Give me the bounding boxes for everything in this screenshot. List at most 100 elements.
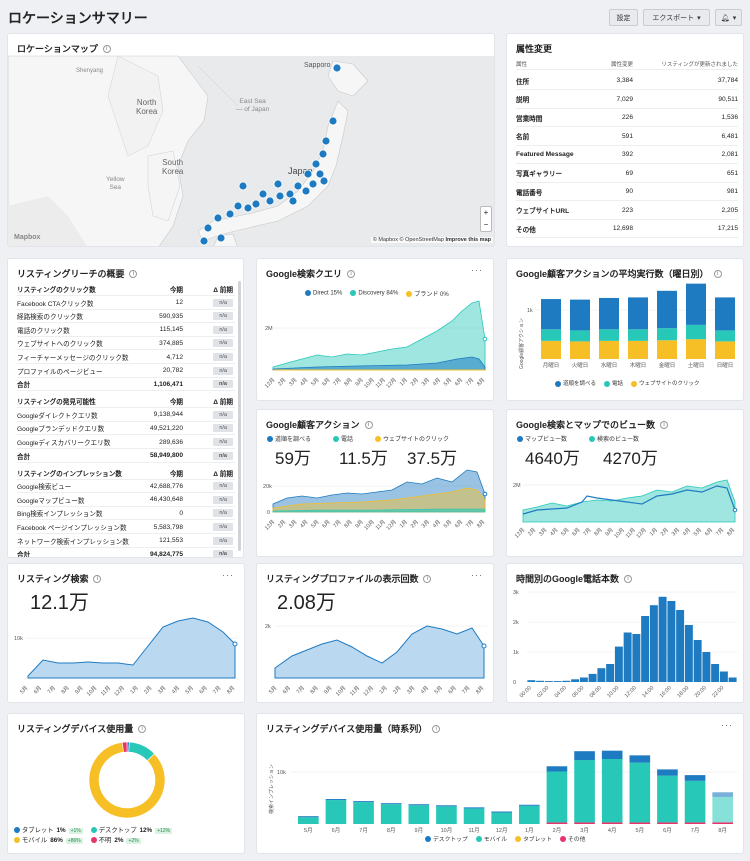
metric-name: Facebook ページインプレッション数 [17,525,127,532]
metric-name: ウェブサイトへのクリック数 [17,341,103,349]
map-marker [308,179,318,189]
bar-segment [353,801,374,803]
metric-name: Googleマップビュー数 [17,497,85,505]
metric-value: 12 [175,299,183,307]
x-tick: 6月 [571,526,582,537]
listing-reach-card: リスティングリーチの概要 i リスティングのクリック数 今期 Δ 前期 Facebook… [7,258,244,558]
listings-updated-count: 1,536 [721,114,738,121]
x-tick: 8月 [593,526,604,537]
attr-name: 営業時間 [516,115,543,123]
y-tick: 3k [513,590,519,596]
listing-search-card: リスティング検索 i ··· 12.1万 10k 5月 6月 7月 8月 9月 10月 11月… [7,563,245,703]
bar-segment [491,811,512,813]
legend-other-label: その他 [568,837,586,843]
bar-segment [546,771,568,823]
info-icon[interactable]: i [129,269,138,278]
legend-swatch [560,836,566,843]
x-tick: 12:00 [624,685,638,699]
gsm-x-ticks: 12月 2月 3月 4月 5月 6月 7月 8月 9月10月11月12月 1月 2月 3月 4月 5月 6月… [513,526,736,539]
x-tick: 1月 [525,827,534,834]
table-row: ネットワーク検索インプレッション数 121,553 n/a [17,535,235,548]
bar [597,668,606,682]
x-tick: 5月 [310,376,321,387]
section-header: リスティングのインプレッション数 今期 Δ 前期 [17,467,235,480]
x-tick: 8月 [718,827,727,834]
metric-value: 49,521,220 [149,424,183,432]
x-tick: 18:00 [676,685,690,699]
attr-change-count: 226 [621,114,633,121]
map-marker [293,181,303,191]
bar [719,671,728,682]
x-tick: 11月 [374,376,387,389]
current-period-head: 今期 [169,287,183,294]
total-label: 合計 [17,382,31,390]
map-canvas[interactable]: North Korea South Korea East Sea — of Ja… [8,55,494,246]
metric-value: 5,583,798 [153,523,183,531]
bar-segment [436,805,457,807]
google-customer-actions-card: Google顧客アクション i 道順を調べる 電話 ウェブサイトのクリック 59万… [256,409,494,557]
table-row: プロファイルのページビュー 20,782 n/a [17,365,235,378]
x-tick: 5月 [560,526,571,537]
info-icon[interactable]: i [102,44,111,53]
x-tick: 11月 [348,684,361,697]
x-tick: 5月 [442,376,453,387]
bar-segment [298,817,319,824]
x-tick: 7月 [212,684,223,695]
x-tick: 2月 [526,526,537,537]
x-tick: 3月 [288,376,299,387]
attr-name: その他 [516,226,536,234]
bar-segment [601,759,623,823]
legend-phone-label: 電話 [612,381,624,387]
legend-phone: 電話 [604,379,623,387]
x-tick: 3月 [420,376,431,387]
attr-change-count: 591 [621,132,633,140]
x-tick: 9月 [323,684,334,695]
bar-segment [601,822,623,824]
metric-name: Facebook CTAクリック数 [17,300,94,308]
x-tick: 5月 [18,684,29,695]
x-tick: 7月 [464,376,475,387]
x-tick: 6月 [281,684,292,695]
y-tick: 2M [265,326,273,332]
devts-chart: 検索インプレッション 10k 5月 6月 7月 8月 9月 10月 11月 12月 1月 2月 3月… [268,750,737,834]
directions-endpoint [482,491,488,497]
legend-swatch [14,837,20,844]
metric-value: 590,935 [159,312,183,320]
improve-map-link[interactable]: Improve this map [445,237,491,243]
attr-change-count: 7,029 [616,95,633,103]
bar-segment [574,751,595,761]
attr-head-col3: リスティングが更新されました [661,61,738,68]
legend-directions-label: 道順を調べる [563,381,597,387]
x-tick: 7月 [582,526,593,537]
zoom-in-button[interactable]: + [481,207,491,219]
bar-segment [712,796,733,823]
scrollbar[interactable] [238,281,241,551]
y-tick: 2k [513,620,519,626]
x-tick: 5月 [267,684,278,695]
bar [536,680,545,682]
x-tick: 7月 [714,526,725,537]
x-tick: 2月 [659,526,670,537]
x-tick: 22:00 [711,685,725,699]
notification-button[interactable]: 🔔︎ ▾ [715,9,742,26]
x-tick: 8月 [475,518,486,529]
x-tick: 2月 [392,684,403,695]
bar-segment [601,750,623,759]
device-timeseries-card: リスティングデバイス使用量（時系列） i ··· 検索インプレッション 10k 5… [256,713,744,854]
x-tick: 11月 [468,827,479,834]
settings-button[interactable]: 設定 [609,9,638,26]
delta-badge: n/a [213,550,233,557]
top-bar: ロケーションサマリー 設定 エクスポート ▾ 🔔︎ ▾ [0,0,750,32]
x-tick: 3月 [288,518,299,529]
export-button[interactable]: エクスポート ▾ [643,9,710,26]
x-tick: 3月 [580,827,589,834]
metric-name: フィーチャーメッセージのクリック数 [17,355,129,362]
attribution-text[interactable]: © Mapbox © OpenStreetMap [373,237,444,243]
zoom-out-button[interactable]: − [481,219,491,231]
attr-name: 電話番号 [516,189,543,197]
endpoint [232,641,238,647]
x-tick: 7月 [464,518,475,529]
table-row: 電話のクリック数 115,145 n/a [17,324,235,337]
attribute-changes-card: 属性変更 属性 属性変更 リスティングが更新されました 住所 3,384 37,78… [506,33,744,247]
bar-segment [353,802,374,824]
